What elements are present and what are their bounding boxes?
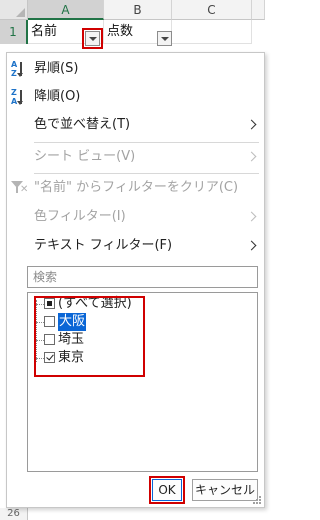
menu-sort-by-color[interactable]: 色で並べ替え(T) [7,111,264,139]
filter-dropdown-button-a[interactable] [82,28,103,49]
menu-sort-descending[interactable]: ZA 降順(O) [7,83,264,111]
chevron-right-icon [246,151,257,162]
resize-grip-icon[interactable] [253,496,261,504]
column-header-a[interactable]: A [28,0,104,20]
column-header-b[interactable]: B [104,0,172,20]
chevron-right-icon [246,119,257,130]
autofilter-dropdown-panel: AZ 昇順(S) ZA 降順(O) 色で並べ替え(T) シート ビュー(V) ✕… [6,52,265,508]
sort-descending-icon: ZA [11,89,29,107]
row-header-1[interactable]: 1 [0,20,28,44]
column-header-c[interactable]: C [172,0,252,20]
search-input[interactable]: 検索 [27,266,258,288]
clear-filter-icon: ✕ [11,181,28,195]
sort-ascending-icon: AZ [11,61,29,79]
filter-dropdown-button-b[interactable] [157,31,172,46]
list-highlight-annotation [34,296,145,377]
ok-button[interactable]: OK [149,476,185,504]
row-header-bottom: 26 [0,508,28,520]
menu-clear-filter: ✕ "名前" からフィルターをクリア(C) [7,174,264,202]
menu-color-filter: 色フィルター(I) [7,203,264,231]
menu-text-filter[interactable]: テキスト フィルター(F) [7,232,264,260]
chevron-right-icon [246,240,257,251]
column-header-d[interactable] [252,0,265,20]
chevron-right-icon [246,211,257,222]
select-all-corner[interactable] [0,0,28,20]
menu-sort-ascending[interactable]: AZ 昇順(S) [7,55,264,83]
cell-c1[interactable] [172,20,252,44]
menu-sheet-view: シート ビュー(V) [7,143,264,171]
cancel-button[interactable]: キャンセル [192,479,258,501]
